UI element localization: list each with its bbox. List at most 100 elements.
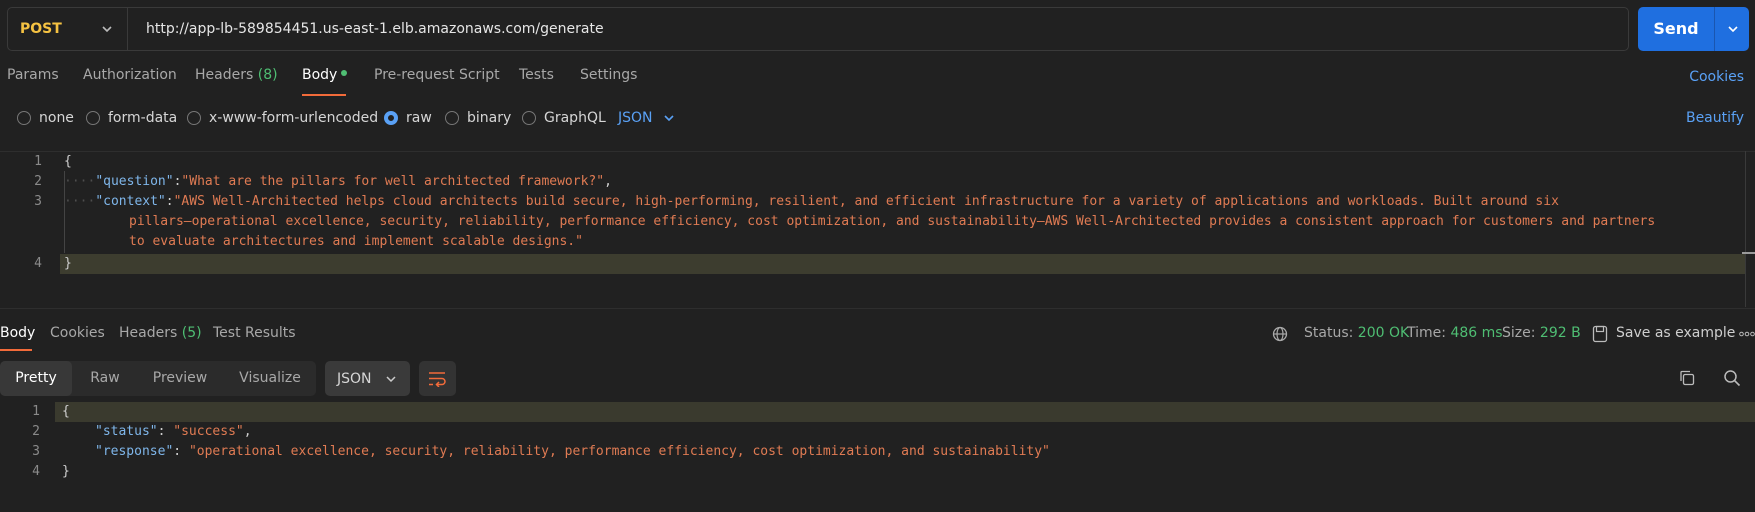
- radio-circle-icon: [17, 111, 31, 125]
- radio-circle-icon: [522, 111, 536, 125]
- view-raw-button[interactable]: Raw: [78, 361, 132, 396]
- line-number: 4: [32, 464, 40, 479]
- json-string: "success": [173, 424, 244, 439]
- body-format-label: JSON: [618, 110, 653, 126]
- json-string: "operational excellence, security, relia…: [188, 444, 1050, 459]
- response-format-label: JSON: [337, 370, 372, 387]
- radio-graphql[interactable]: GraphQL: [522, 110, 606, 126]
- json-string: "What are the pillars for well architect…: [181, 174, 605, 189]
- code-line-3: ····"context":"AWS Well-Architected help…: [64, 194, 1559, 209]
- chevron-down-icon: [386, 376, 396, 383]
- radio-selected-icon: [384, 111, 398, 125]
- current-line-highlight: [55, 402, 1755, 422]
- tab-settings[interactable]: Settings: [580, 67, 637, 97]
- code-line-4: }: [64, 256, 72, 271]
- chevron-down-icon: [663, 115, 674, 122]
- tab-body-label: Body: [302, 67, 338, 83]
- line-number: 2: [32, 424, 40, 439]
- radio-circle-icon: [445, 111, 459, 125]
- radio-form-data[interactable]: form-data: [86, 110, 177, 126]
- response-tab-cookies[interactable]: Cookies: [50, 325, 105, 341]
- brace: }: [64, 256, 72, 271]
- divider: [0, 151, 1755, 152]
- save-as-example-button[interactable]: Save as example: [1616, 325, 1735, 341]
- radio-raw[interactable]: raw: [384, 110, 432, 126]
- editor-scrollbar[interactable]: [1745, 151, 1746, 307]
- radio-binary[interactable]: binary: [445, 110, 511, 126]
- beautify-button[interactable]: Beautify: [1686, 110, 1744, 126]
- line-number: 1: [32, 404, 40, 419]
- radio-label: raw: [406, 110, 432, 126]
- line-number: 4: [34, 256, 42, 271]
- line-number: 3: [34, 194, 42, 209]
- response-tab-body[interactable]: Body: [0, 325, 35, 341]
- radio-circle-icon: [187, 111, 201, 125]
- response-line-2: "status": "success",: [95, 424, 252, 439]
- code-line-3-wrap-2: to evaluate architectures and implement …: [129, 234, 583, 249]
- more-options-icon[interactable]: [1739, 330, 1755, 338]
- response-tab-headers[interactable]: Headers (5): [119, 325, 202, 341]
- copy-icon[interactable]: [1678, 369, 1696, 387]
- search-icon[interactable]: [1723, 369, 1741, 387]
- divider: [0, 308, 1755, 309]
- json-string: "AWS Well-Architected helps cloud archit…: [173, 194, 1559, 209]
- wrap-lines-button[interactable]: [419, 361, 456, 396]
- url-input[interactable]: http://app-lb-589854451.us-east-1.elb.am…: [146, 8, 604, 50]
- cookies-link[interactable]: Cookies: [1689, 69, 1744, 85]
- status-label: Status:: [1304, 325, 1354, 341]
- tab-headers-label: Headers: [195, 67, 254, 83]
- view-pretty-button[interactable]: Pretty: [0, 361, 72, 396]
- tab-params[interactable]: Params: [7, 67, 59, 97]
- response-tab-headers-label: Headers: [119, 325, 178, 341]
- radio-none[interactable]: none: [17, 110, 74, 126]
- status-value[interactable]: 200 OK: [1358, 325, 1409, 341]
- method-select[interactable]: POST: [8, 8, 128, 50]
- brace: {: [64, 154, 72, 169]
- radio-x-www-form-urlencoded[interactable]: x-www-form-urlencoded: [187, 110, 378, 126]
- json-key: "question": [95, 174, 174, 189]
- radio-label: form-data: [108, 110, 178, 126]
- json-key: "context": [95, 194, 166, 209]
- globe-icon[interactable]: [1272, 326, 1288, 342]
- send-options-button[interactable]: [1714, 7, 1749, 51]
- json-key: "status": [95, 424, 158, 439]
- send-button-group: Send: [1638, 7, 1749, 51]
- time-value[interactable]: 486 ms: [1450, 325, 1502, 341]
- tab-body[interactable]: Body: [302, 67, 348, 97]
- active-tab-indicator: [0, 349, 32, 351]
- line-number: 1: [34, 154, 42, 169]
- tab-authorization[interactable]: Authorization: [83, 67, 177, 97]
- tab-headers-count: (8): [257, 67, 278, 83]
- radio-label: binary: [467, 110, 512, 126]
- code-line-1: {: [64, 154, 72, 169]
- response-format-select[interactable]: JSON: [325, 361, 410, 396]
- tab-tests[interactable]: Tests: [519, 67, 554, 97]
- size-value[interactable]: 292 B: [1540, 325, 1581, 341]
- size-label: Size:: [1502, 325, 1536, 341]
- save-icon: [1592, 325, 1608, 343]
- line-number: 3: [32, 444, 40, 459]
- radio-label: x-www-form-urlencoded: [209, 110, 379, 126]
- code-line-3-wrap-1: pillars—operational excellence, security…: [129, 214, 1656, 229]
- chevron-down-icon: [1728, 26, 1738, 33]
- view-visualize-button[interactable]: Visualize: [228, 361, 312, 396]
- active-tab-indicator: [302, 94, 346, 96]
- response-line-1: {: [62, 404, 70, 419]
- status-meta: Status: 200 OK: [1304, 325, 1409, 341]
- time-meta: Time: 486 ms: [1407, 325, 1503, 341]
- body-format-select[interactable]: JSON: [618, 110, 675, 126]
- view-preview-button[interactable]: Preview: [140, 361, 220, 396]
- modified-dot-icon: [341, 70, 348, 76]
- radio-circle-icon: [86, 111, 100, 125]
- response-tab-test-results[interactable]: Test Results: [213, 325, 296, 341]
- time-label: Time:: [1407, 325, 1446, 341]
- line-number: 2: [34, 174, 42, 189]
- url-bar: POST http://app-lb-589854451.us-east-1.e…: [7, 7, 1629, 51]
- send-button[interactable]: Send: [1638, 7, 1714, 51]
- view-mode-group: Pretty Raw Preview Visualize: [0, 361, 316, 396]
- radio-label: none: [39, 110, 74, 126]
- response-line-3: "response": "operational excellence, sec…: [95, 444, 1050, 459]
- tab-pre-request-script[interactable]: Pre-request Script: [374, 67, 500, 97]
- current-line-highlight: [60, 254, 1745, 274]
- tab-headers[interactable]: Headers (8): [195, 67, 278, 97]
